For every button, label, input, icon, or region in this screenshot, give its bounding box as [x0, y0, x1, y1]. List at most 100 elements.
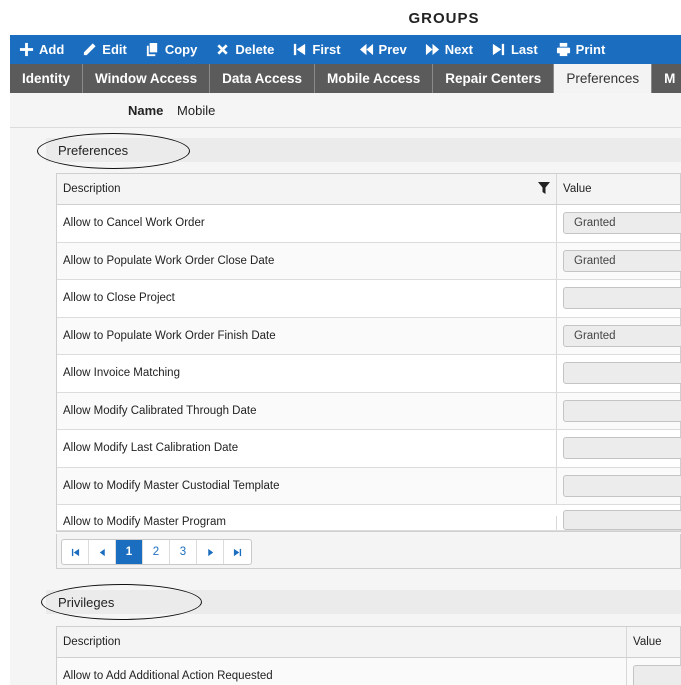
x-icon — [215, 42, 230, 57]
table-row[interactable]: Allow to Cancel Work Order Granted — [57, 205, 681, 243]
next-icon — [425, 42, 440, 57]
last-icon — [491, 42, 506, 57]
table-row[interactable]: Allow Modify Last Calibration Date — [57, 430, 681, 468]
value-select[interactable] — [563, 399, 681, 422]
value-select[interactable]: Granted — [563, 212, 681, 235]
edit-button-label: Edit — [102, 42, 127, 57]
prev-icon — [359, 42, 374, 57]
prev-button[interactable]: Prev — [350, 35, 416, 64]
description-header-label: Description — [63, 183, 121, 195]
tab-overflow[interactable]: M — [652, 64, 681, 93]
value-select[interactable] — [563, 362, 681, 385]
row-description: Allow to Add Additional Action Requested — [57, 658, 627, 685]
next-page-icon — [207, 548, 213, 556]
row-description: Allow to Cancel Work Order — [57, 205, 557, 242]
preferences-section-header[interactable]: Preferences — [46, 138, 681, 162]
tab-bar: Identity Window Access Data Access Mobil… — [10, 64, 681, 93]
tab-repair-centers[interactable]: Repair Centers — [433, 64, 555, 93]
page-button-1[interactable]: 1 — [116, 540, 143, 564]
tab-window-access[interactable]: Window Access — [83, 64, 211, 93]
table-row[interactable]: Allow Modify Calibrated Through Date — [57, 392, 681, 430]
prev-button-label: Prev — [378, 42, 407, 57]
table-row[interactable]: Allow to Populate Work Order Finish Date… — [57, 317, 681, 355]
last-button[interactable]: Last — [482, 35, 547, 64]
delete-button-label: Delete — [235, 42, 275, 57]
page-title: GROUPS — [408, 10, 480, 27]
next-button[interactable]: Next — [416, 35, 482, 64]
value-select[interactable]: Granted — [563, 249, 681, 272]
edit-button[interactable]: Edit — [73, 35, 136, 64]
value-select[interactable] — [633, 664, 681, 685]
name-label: Name — [128, 103, 164, 118]
row-description: Allow to Populate Work Order Close Date — [57, 242, 557, 279]
value-select[interactable] — [563, 510, 681, 530]
row-description: Allow Modify Last Calibration Date — [57, 430, 557, 467]
description-column-header[interactable]: Description — [57, 627, 627, 657]
value-column-header[interactable]: Value — [557, 174, 680, 204]
preferences-section-title: Preferences — [58, 142, 129, 158]
value-select[interactable] — [563, 287, 681, 310]
row-description: Allow to Modify Master Custodial Templat… — [57, 467, 557, 504]
divider — [10, 127, 681, 128]
privileges-grid-header: Description Value — [57, 627, 680, 658]
next-button-label: Next — [444, 42, 473, 57]
table-row[interactable]: Allow to Modify Master Program — [57, 505, 681, 531]
table-row[interactable]: Allow Invoice Matching — [57, 355, 681, 393]
name-value: Mobile — [177, 103, 216, 118]
prev-page-button[interactable] — [89, 540, 116, 564]
row-description: Allow Modify Calibrated Through Date — [57, 392, 557, 429]
delete-button[interactable]: Delete — [206, 35, 283, 64]
first-button[interactable]: First — [283, 35, 349, 64]
tab-data-access[interactable]: Data Access — [210, 64, 315, 93]
preferences-rows: Allow to Cancel Work Order Granted Allow … — [57, 205, 681, 531]
preferences-grid-header: Description Value — [57, 174, 680, 205]
privileges-section-header[interactable]: Privileges — [46, 590, 681, 614]
copy-button-label: Copy — [164, 42, 198, 57]
first-page-button[interactable] — [62, 540, 89, 564]
value-select[interactable]: Granted — [563, 324, 681, 347]
add-button[interactable]: Add — [10, 35, 73, 64]
copy-button[interactable]: Copy — [136, 35, 207, 64]
name-field: Name Mobile — [128, 103, 215, 118]
toolbar: Add Edit Copy Delete First Prev Next Las… — [10, 35, 681, 64]
page-button-3[interactable]: 3 — [170, 540, 197, 564]
copy-icon — [145, 42, 160, 57]
tab-preferences[interactable]: Preferences — [554, 64, 653, 93]
row-description: Allow to Modify Master Program — [57, 516, 557, 530]
table-row[interactable]: Allow to Close Project — [57, 280, 681, 318]
content-panel: Name Mobile Preferences Description Valu… — [10, 93, 681, 685]
value-column-header[interactable]: Value — [627, 627, 680, 657]
row-description: Allow to Close Project — [57, 280, 557, 317]
value-select[interactable] — [563, 474, 681, 497]
last-page-icon — [233, 548, 242, 556]
print-button[interactable]: Print — [547, 35, 615, 64]
filter-icon[interactable] — [538, 182, 550, 194]
tab-mobile-access[interactable]: Mobile Access — [315, 64, 434, 93]
value-select[interactable] — [563, 437, 681, 460]
next-page-button[interactable] — [197, 540, 224, 564]
print-button-label: Print — [575, 42, 606, 57]
table-row[interactable]: Allow to Modify Master Custodial Templat… — [57, 467, 681, 505]
first-button-label: First — [312, 42, 341, 57]
add-button-label: Add — [39, 42, 65, 57]
plus-icon — [19, 42, 34, 57]
printer-icon — [556, 42, 571, 57]
pagination: 1 2 3 — [61, 539, 252, 565]
preferences-pager: 1 2 3 — [56, 534, 681, 569]
row-description: Allow Invoice Matching — [57, 355, 557, 392]
privileges-section-title: Privileges — [58, 594, 115, 610]
row-description: Allow to Populate Work Order Finish Date — [57, 317, 557, 354]
table-row[interactable]: Allow to Add Additional Action Requested — [57, 658, 681, 685]
first-page-icon — [71, 548, 79, 556]
preferences-grid: Description Value Allow to Cancel Work O… — [56, 173, 681, 532]
tab-identity[interactable]: Identity — [10, 64, 84, 93]
pencil-icon — [82, 42, 97, 57]
prev-page-icon — [99, 548, 105, 556]
last-button-label: Last — [510, 42, 538, 57]
page-button-2[interactable]: 2 — [143, 540, 170, 564]
privileges-grid: Description Value Allow to Add Additiona… — [56, 626, 681, 685]
table-row[interactable]: Allow to Populate Work Order Close Date G… — [57, 242, 681, 280]
last-page-button[interactable] — [224, 540, 251, 564]
description-column-header[interactable]: Description — [57, 174, 557, 204]
first-icon — [292, 42, 307, 57]
